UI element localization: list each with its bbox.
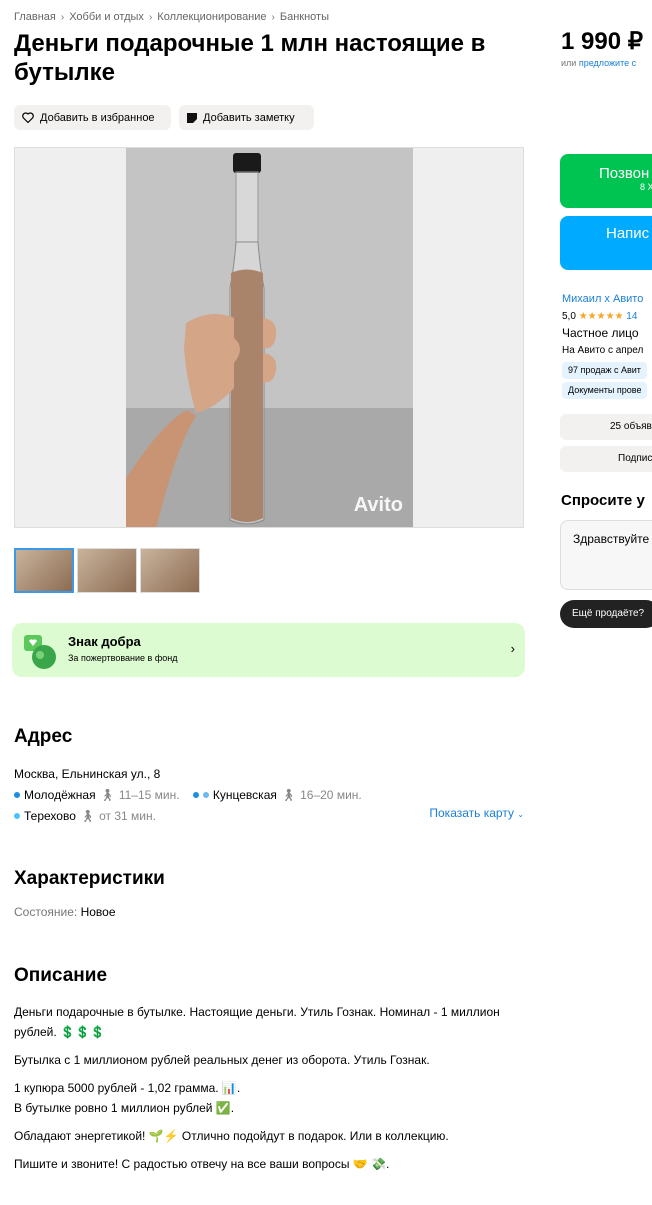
seller-since: На Авито с апрел xyxy=(562,345,644,356)
page-title: Деньги подарочные 1 млн настоящие в буты… xyxy=(14,30,486,86)
description-paragraph: В бутылке ровно 1 миллион рублей ✅. xyxy=(14,1101,235,1115)
charity-badge-icon xyxy=(24,635,56,669)
metro-time: 11–15 мин. xyxy=(118,788,180,802)
thumbnail[interactable] xyxy=(77,548,137,593)
metro-line-icon xyxy=(192,792,199,798)
write-message-button[interactable]: Напис xyxy=(560,216,652,270)
seller-card: Михаил х Авито 5,0 ★★★★★ 14 Частное лицо… xyxy=(562,291,648,399)
rating-value: 5,0 xyxy=(562,311,576,322)
write-button-label: Напис xyxy=(606,225,650,242)
add-to-favorites-label: Добавить в избранное xyxy=(40,111,155,124)
ask-seller-heading: Спросите у xyxy=(561,492,645,509)
main-photo[interactable]: Avito xyxy=(14,147,524,528)
state-value: Новое xyxy=(80,905,116,919)
heart-icon xyxy=(22,112,34,123)
seller-rating: 5,0 ★★★★★ 14 xyxy=(562,308,647,325)
show-map-link[interactable]: Показать карту ⌄ xyxy=(429,806,524,820)
seller-ads-button[interactable]: 25 объяв xyxy=(560,414,652,440)
bottle-in-hand-illustration xyxy=(126,148,413,527)
reviews-count[interactable]: 14 xyxy=(626,311,637,322)
quick-question-label: Ещё продаёте? xyxy=(572,608,645,619)
seller-type: Частное лицо xyxy=(562,326,639,340)
call-button-label: Позвон xyxy=(599,165,650,182)
description-paragraph: Обладают энергетикой! 🌱⚡ Отлично подойду… xyxy=(14,1129,449,1143)
breadcrumb-item-banknotes[interactable]: Банкноты xyxy=(280,11,329,23)
charity-title: Знак добра xyxy=(68,634,141,649)
description-text: Деньги подарочные в бутылке. Настоящие д… xyxy=(14,1002,514,1182)
description-heading: Описание xyxy=(14,965,108,986)
breadcrumb-item-hobby[interactable]: Хобби и отдых xyxy=(69,11,144,23)
metro-name: Молодёжная xyxy=(24,788,96,802)
address-heading: Адрес xyxy=(14,726,73,747)
price: 1 990 ₽ xyxy=(561,28,643,55)
walk-icon: 🚶︎ xyxy=(99,788,115,802)
offer-prefix: или xyxy=(561,58,577,68)
thumbnail-strip xyxy=(14,548,200,593)
offer-price-link[interactable]: предложите с xyxy=(579,58,636,68)
metro-name: Терехово xyxy=(24,809,76,823)
thumbnail[interactable] xyxy=(140,548,200,593)
seller-name[interactable]: Михаил х Авито xyxy=(562,291,647,308)
walk-icon: 🚶︎ xyxy=(79,809,96,823)
offer-price-text: или предложите с xyxy=(561,58,636,68)
subscribe-label: Подпис xyxy=(618,453,652,464)
state-label: Состояние: xyxy=(14,905,78,919)
chevron-right-icon: › xyxy=(271,12,275,23)
description-paragraph: Деньги подарочные в бутылке. Настоящие д… xyxy=(14,1005,500,1039)
metro-station: Молодёжная 🚶︎ 11–15 мин. xyxy=(14,785,180,805)
description-paragraph: 1 купюра 5000 рублей - 1,02 грамма. 📊. xyxy=(14,1081,241,1095)
subscribe-button[interactable]: Подпис xyxy=(560,446,652,472)
add-to-favorites-button[interactable]: Добавить в избранное xyxy=(14,105,171,130)
call-button[interactable]: Позвон 8 Х xyxy=(560,154,652,208)
description-paragraph: Пишите и звоните! С радостью отвечу на в… xyxy=(14,1157,390,1171)
note-icon xyxy=(187,112,197,123)
watermark: Avito xyxy=(353,494,403,516)
sales-badge: 97 продаж с Авит xyxy=(562,362,647,379)
characteristics-heading: Характеристики xyxy=(14,868,165,889)
metro-station: Кунцевская 🚶︎ 16–20 мин. xyxy=(192,785,362,805)
chevron-down-icon: ⌄ xyxy=(517,810,524,819)
metro-station: Терехово 🚶︎ от 31 мин. xyxy=(14,806,156,826)
ask-seller-input[interactable]: Здравствуйте xyxy=(560,520,652,590)
description-paragraph: Бутылка с 1 миллионом рублей реальных де… xyxy=(14,1053,430,1067)
chevron-right-icon: › xyxy=(60,12,65,23)
breadcrumb: Главная › Хобби и отдых › Коллекционирование… xyxy=(14,11,329,23)
metro-name: Кунцевская xyxy=(212,788,277,802)
metro-line-icon xyxy=(202,792,209,798)
star-icon: ★★★★★ xyxy=(578,311,624,322)
call-button-phone: 8 Х xyxy=(640,182,652,192)
chevron-right-icon: › xyxy=(148,12,153,23)
seller-ads-label: 25 объяв xyxy=(610,421,652,432)
walk-icon: 🚶︎ xyxy=(280,788,297,802)
quick-question-chip[interactable]: Ещё продаёте? xyxy=(560,600,652,628)
breadcrumb-item-home[interactable]: Главная xyxy=(14,11,56,23)
charity-subtitle: За пожертвование в фонд xyxy=(68,653,178,663)
add-note-button[interactable]: Добавить заметку xyxy=(179,105,314,130)
add-note-label: Добавить заметку xyxy=(203,111,295,124)
thumbnail[interactable] xyxy=(14,548,74,593)
characteristic-state: Состояние: Новое xyxy=(14,905,116,919)
metro-line-icon xyxy=(14,792,20,798)
metro-time: 16–20 мин. xyxy=(300,788,362,802)
ask-seller-text: Здравствуйте xyxy=(573,532,650,546)
product-photo xyxy=(126,148,413,527)
address-line: Москва, Ельнинская ул., 8 xyxy=(14,767,161,781)
chevron-right-icon: › xyxy=(510,641,515,656)
show-map-label: Показать карту xyxy=(429,806,514,820)
charity-banner[interactable]: Знак добра За пожертвование в фонд › xyxy=(12,623,525,677)
metro-time: от 31 мин. xyxy=(99,809,156,823)
docs-verified-badge: Документы прове xyxy=(562,382,648,399)
breadcrumb-item-collecting[interactable]: Коллекционирование xyxy=(157,11,266,23)
metro-line-icon xyxy=(14,813,20,819)
